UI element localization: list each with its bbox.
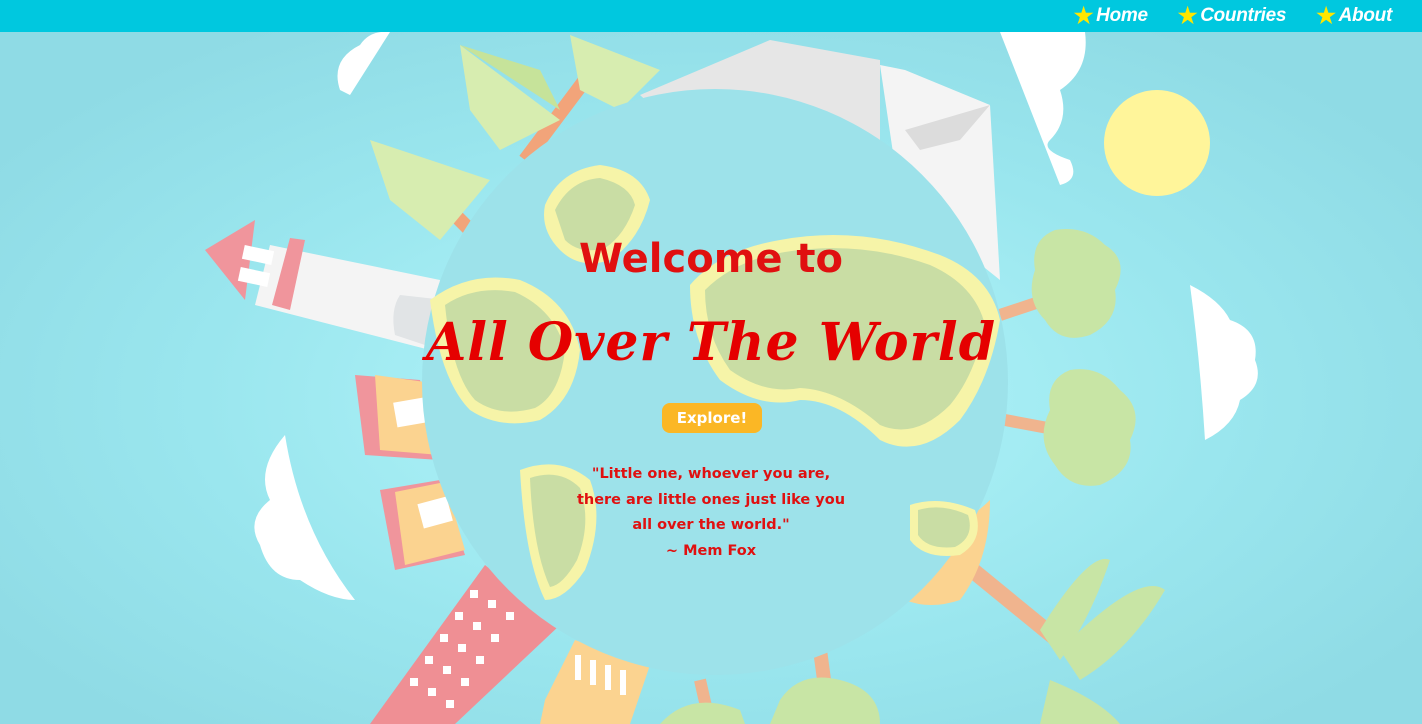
quote-block: "Little one, whoever you are, there are …	[0, 462, 1422, 564]
welcome-heading: Welcome to	[578, 236, 844, 282]
nav-item-label: Home	[1096, 5, 1148, 26]
star-icon: ★	[1177, 3, 1198, 28]
hero-section: Welcome to All Over The World Explore! "…	[0, 0, 1422, 724]
nav-item-about[interactable]: ★ About	[1316, 5, 1392, 27]
top-nav-bar: ★ Home ★ Countries ★ About	[0, 0, 1422, 32]
quote-line: all over the world."	[632, 517, 790, 533]
star-icon: ★	[1316, 3, 1336, 28]
quote-author: ~ Mem Fox	[665, 542, 757, 559]
explore-button[interactable]: Explore!	[662, 403, 762, 433]
nav-item-home[interactable]: ★ Home	[1074, 5, 1148, 27]
quote-line: there are little ones just like you	[576, 491, 846, 508]
nav-item-label: About	[1338, 5, 1393, 26]
nav-item-countries[interactable]: ★ Countries	[1177, 3, 1287, 28]
nav-item-label: Countries	[1200, 5, 1287, 26]
quote-line: "Little one, whoever you are,	[591, 466, 831, 482]
site-title: All Over The World	[425, 312, 997, 373]
star-icon: ★	[1073, 3, 1094, 28]
main-nav: ★ Home ★ Countries ★ About	[1074, 0, 1393, 32]
